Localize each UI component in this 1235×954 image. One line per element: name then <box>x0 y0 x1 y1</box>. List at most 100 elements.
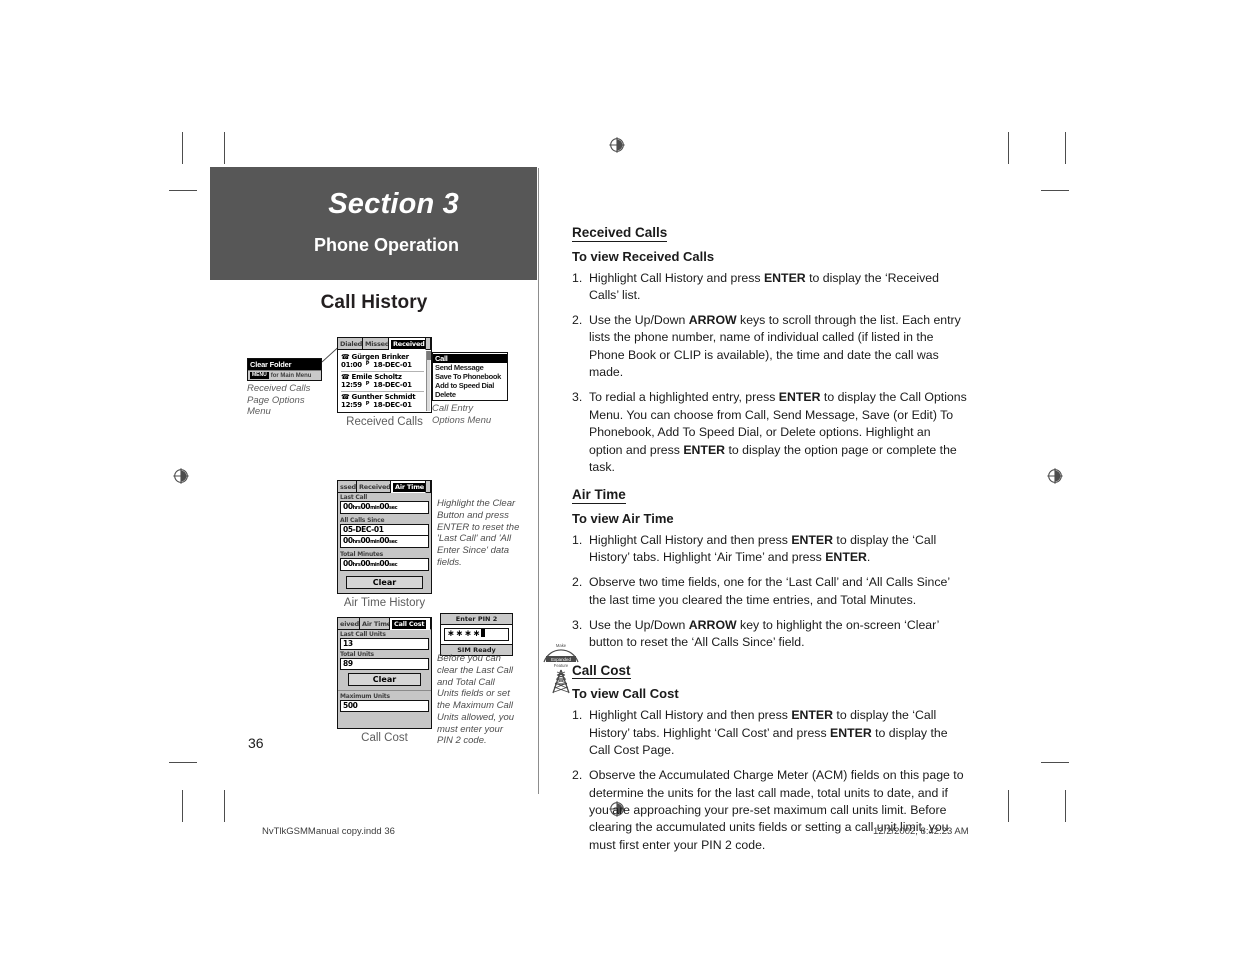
call-entry-meta: 12:59 P 18-DEC-01 <box>341 381 424 389</box>
call-entry-name-row: ☎ Emile Scholtz <box>341 373 424 381</box>
call-entry-name: Gunther Schmidt <box>351 393 416 401</box>
step-number: 1. <box>572 708 583 723</box>
call-entry-name: Emile Scholtz <box>351 373 402 381</box>
scrollbar[interactable] <box>426 351 431 411</box>
tab-missed-partial[interactable]: ssed <box>338 481 357 493</box>
subheading-to-view-call-cost: To view Call Cost <box>572 686 679 702</box>
tab-air-time[interactable]: Air Time <box>391 481 426 493</box>
tab-received-partial-label: eived <box>340 620 359 628</box>
tab-missed-partial-label: ssed <box>340 483 356 491</box>
menu-item-add-to-speed-dial[interactable]: Add to Speed Dial <box>433 381 507 390</box>
crop-mark-top-right2-v <box>1065 132 1066 164</box>
crop-mark-bottom-left2-v <box>224 790 225 822</box>
tab-overflow <box>426 481 431 493</box>
total-minutes-label: Total Minutes <box>340 551 383 558</box>
call-cost-filler <box>338 714 431 728</box>
tab-missed[interactable]: Missed <box>363 338 389 350</box>
tab-received-label: Received <box>391 339 425 349</box>
list-item[interactable]: ☎ Gunther Schmidt 12:59 P 18-DEC-01 <box>341 392 424 411</box>
section-air-time: Air Time To view Air Time 1. Highlight Ca… <box>572 486 967 651</box>
column-divider <box>538 168 539 794</box>
step-number: 2. <box>572 768 583 783</box>
call-entry-date: 18-DEC-01 <box>373 381 412 389</box>
list-item: 3. To redial a highlighted entry, press E… <box>572 389 967 476</box>
air-time-button-area: Clear <box>338 573 431 593</box>
tab-received[interactable]: Received <box>357 481 391 493</box>
list-item[interactable]: ☎ Gürgen Brinker 01:00 P 18-DEC-01 <box>341 352 424 372</box>
air-time-note: Highlight the Clear Button and press ENT… <box>437 498 520 568</box>
tab-air-time[interactable]: Air Time <box>360 618 390 630</box>
heading-air-time: Air Time <box>572 487 626 504</box>
call-entry-name-row: ☎ Gürgen Brinker <box>341 353 424 361</box>
options-menu-footer-text: for Main Menu <box>270 372 312 379</box>
air-time-screen: ssed Received Air Time Last Call 00hrs00… <box>337 480 432 609</box>
list-item[interactable]: ☎ Emile Scholtz 12:59 P 18-DEC-01 <box>341 372 424 392</box>
list-item: 1. Highlight Call History and press ENTER… <box>572 270 967 305</box>
call-entry-name: Gürgen Brinker <box>351 353 410 361</box>
list-item: 1. Highlight Call History and then press … <box>572 707 967 759</box>
menu-item-delete[interactable]: Delete <box>433 390 507 399</box>
air-time-tabs: ssed Received Air Time <box>338 481 431 493</box>
total-minutes-value: 00hrs00min00sec <box>340 558 429 571</box>
footer-timestamp: 12/2/2002, 8:42:23 AM <box>873 826 969 837</box>
footer-filename: NvTlkGSMManual copy.indd 36 <box>262 826 395 837</box>
registration-mark-right <box>1047 468 1063 484</box>
call-entry-date: 18-DEC-01 <box>373 401 412 409</box>
call-entry-menu-box[interactable]: Call Send Message Save To Phonebook Add … <box>432 352 508 401</box>
tab-missed-label: Missed <box>365 340 389 348</box>
maximum-units-value: 500 <box>340 700 429 712</box>
call-entry-ampm: P <box>365 381 370 387</box>
svg-text:Feature: Feature <box>554 663 569 668</box>
menu-item-clear-folder[interactable]: Clear Folder <box>248 359 321 370</box>
all-calls-since-label: All Calls Since <box>340 517 385 524</box>
tab-air-time-label: Air Time <box>362 620 390 628</box>
subheading-to-view-air-time: To view Air Time <box>572 510 674 526</box>
call-entry-time: 01:00 <box>341 361 362 369</box>
phone-icon: ☎ <box>341 392 350 401</box>
options-menu-box[interactable]: Clear Folder MENU for Main Menu <box>247 358 322 381</box>
scrollbar-thumb[interactable] <box>427 351 431 360</box>
received-tabs: Dialed Missed Received <box>338 338 431 350</box>
crop-mark-bottom-right2-v <box>1065 790 1066 822</box>
all-calls-since-value: 00hrs00min00sec <box>340 536 429 548</box>
step-text: Observe the Accumulated Charge Meter (AC… <box>589 768 964 852</box>
tab-dialed[interactable]: Dialed <box>338 338 363 350</box>
svg-text:Expanded: Expanded <box>551 657 571 662</box>
crop-mark-left-h2 <box>169 762 197 763</box>
pin-note: Before you can clear the Last Call and T… <box>437 653 515 747</box>
call-entry-date: 18-DEC-01 <box>373 361 412 369</box>
received-calls-options-menu: Clear Folder MENU for Main Menu Received… <box>247 358 322 418</box>
crop-mark-right-h <box>1041 190 1069 191</box>
clear-button[interactable]: Clear <box>348 673 421 686</box>
menu-item-call[interactable]: Call <box>433 354 507 363</box>
crop-mark-right-h2 <box>1041 762 1069 763</box>
call-entry-menu-caption: Call Entry Options Menu <box>432 403 492 426</box>
menu-item-save-to-phonebook[interactable]: Save To Phonebook <box>433 372 507 381</box>
enter-pin-dialog: Enter PIN 2 ∗∗∗∗ SIM Ready <box>440 613 513 656</box>
steps-received-calls: 1. Highlight Call History and press ENTER… <box>572 270 967 477</box>
received-calls-list[interactable]: ☎ Gürgen Brinker 01:00 P 18-DEC-01 ☎ Emi… <box>338 350 431 412</box>
pin-input[interactable]: ∗∗∗∗ <box>444 628 509 641</box>
step-number: 1. <box>572 270 583 285</box>
all-calls-since-group: All Calls Since 05-DEC-01 00hrs00min00se… <box>338 516 431 550</box>
menu-item-send-message[interactable]: Send Message <box>433 363 507 372</box>
phone-icon: ☎ <box>341 372 350 381</box>
call-cost-button-area: Clear <box>340 670 429 688</box>
crop-mark-left-h <box>169 190 197 191</box>
tab-received[interactable]: Received <box>389 338 426 350</box>
tab-received-label: Received <box>359 483 391 491</box>
crop-mark-bottom-left-v <box>182 790 183 822</box>
last-call-units-label: Last Call Units <box>340 631 386 638</box>
pin-dialog-box: Enter PIN 2 ∗∗∗∗ SIM Ready <box>440 613 513 656</box>
list-item: 2. Use the Up/Down ARROW keys to scroll t… <box>572 312 967 382</box>
tab-received-partial[interactable]: eived <box>338 618 360 630</box>
list-item: 2. Observe the Accumulated Charge Meter (… <box>572 767 967 854</box>
options-menu-caption: Received Calls Page Options Menu <box>247 383 311 418</box>
call-entry-meta: 01:00 P 18-DEC-01 <box>341 361 424 369</box>
step-number: 3. <box>572 390 583 405</box>
clear-button[interactable]: Clear <box>346 576 423 589</box>
pin-dialog-title: Enter PIN 2 <box>441 614 512 625</box>
maximum-units-group: Maximum Units 500 <box>338 690 431 714</box>
steps-air-time: 1. Highlight Call History and then press … <box>572 532 967 652</box>
tab-call-cost[interactable]: Call Cost <box>390 618 431 630</box>
